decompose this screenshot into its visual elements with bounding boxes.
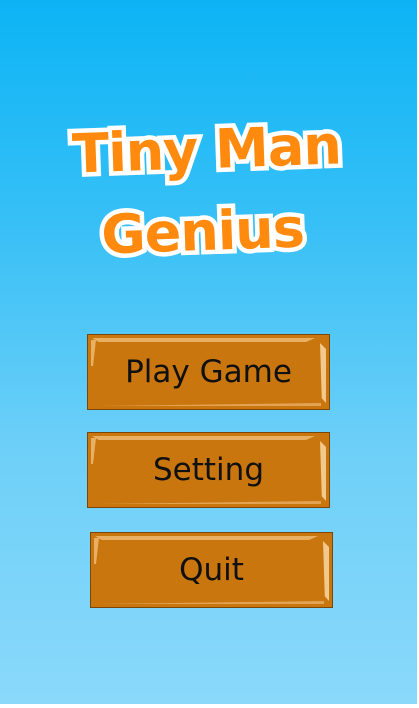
game-title-line-2: Genius <box>96 192 310 271</box>
game-title-line-1: Tiny Man <box>67 109 346 190</box>
setting-label: Setting <box>153 452 264 488</box>
play-game-label: Play Game <box>125 354 292 390</box>
main-menu-screen: Tiny Man Genius Play Game Setting Quit <box>0 0 417 704</box>
quit-button[interactable]: Quit <box>90 532 333 608</box>
play-game-button[interactable]: Play Game <box>87 334 330 410</box>
setting-button[interactable]: Setting <box>87 432 330 508</box>
quit-label: Quit <box>179 552 244 588</box>
